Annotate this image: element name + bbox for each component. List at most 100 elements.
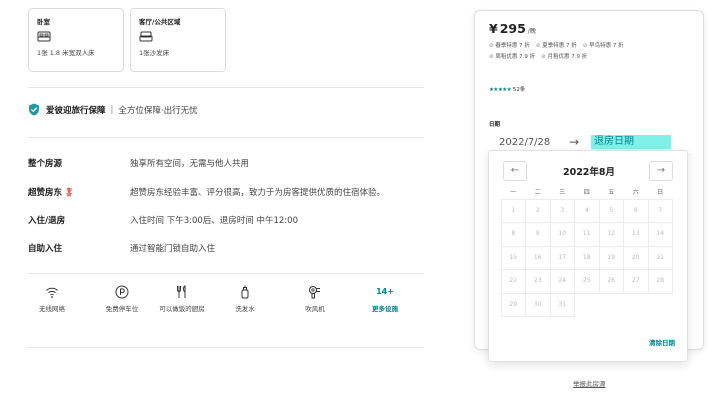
calendar-day: 13 — [623, 222, 649, 247]
parking-icon — [115, 285, 129, 299]
calendar-day: 15 — [500, 245, 526, 270]
feature-label: 整个房源 — [28, 159, 63, 169]
room-card-bedroom: 卧室 1张 1.8 米宽双人床 — [28, 8, 124, 72]
feature-self-checkin: 自助入住 通过智能门锁自助入住 — [28, 242, 448, 254]
checkout-field[interactable]: 退房日期 — [591, 135, 671, 149]
feature-text: 独享所有空间，无需与他人共用 — [130, 159, 250, 169]
calendar-popup: ← 2022年8月 → 一 二 三 四 五 六 日 1 2 3 4 5 6 7 … — [488, 150, 688, 362]
calendar-day: 10 — [549, 222, 575, 247]
calendar-day: 26 — [598, 269, 624, 294]
room-desc: 1张沙发床 — [139, 49, 170, 57]
amenity-label: 洗发水 — [235, 305, 255, 313]
shampoo-icon — [241, 285, 249, 299]
calendar-day: 2 — [525, 198, 551, 223]
room-card-living: 客厅/公共区域 1张沙发床 — [130, 8, 226, 72]
weekday-label: 六 — [632, 189, 639, 196]
feature-text: 通过智能门锁自助入住 — [130, 244, 216, 254]
divider — [28, 87, 424, 88]
amenity-kitchen: 可以做饭的厨房 — [154, 285, 210, 314]
feature-label-wrap: 超赞房东 🎖 — [28, 186, 130, 198]
discount-badge: 夏季特惠 7 折 — [536, 43, 577, 49]
calendar-day: 8 — [500, 222, 526, 247]
feature-entire-place: 整个房源 独享所有空间，无需与他人共用 — [28, 157, 448, 169]
amenity-wifi: 无线网络 — [28, 285, 76, 314]
feature-text: 入住时间 下午3:00后、退房时间 中午12:00 — [130, 216, 298, 226]
feature-superhost: 超赞房东 🎖 超赞房东经验丰富、评分很高，致力于为房客提供优质的住宿体验。 — [28, 186, 448, 198]
calendar-day: 21 — [647, 245, 673, 270]
amenity-label: 可以做饭的厨房 — [159, 305, 205, 313]
calendar-day: 6 — [623, 198, 649, 223]
checkin-field[interactable]: 2022/7/28 — [489, 137, 569, 148]
amenity-label: 吹风机 — [305, 305, 325, 313]
feature-label: 自助入住 — [28, 244, 63, 254]
arrow-right-icon: → — [569, 135, 580, 149]
clear-dates-button[interactable]: 清除日期 — [649, 337, 675, 347]
calendar-day: 12 — [598, 222, 624, 247]
calendar-day: 25 — [574, 269, 600, 294]
amenity-label: 免费停车位 — [105, 305, 139, 313]
wifi-icon — [46, 287, 58, 298]
divider — [28, 273, 424, 274]
calendar-day: 30 — [525, 292, 551, 317]
calendar-day: 18 — [574, 245, 600, 270]
calendar-day: 3 — [549, 198, 575, 223]
price-currency: ¥ — [489, 21, 498, 36]
medal-icon: 🎖 — [64, 188, 75, 197]
price-value: 295 — [499, 21, 526, 36]
amenity-label: 无线网络 — [39, 305, 65, 313]
shield-check-icon — [29, 103, 39, 116]
calendar-day: 14 — [647, 222, 673, 247]
calendar-day: 24 — [549, 269, 575, 294]
price-unit: /晚 — [527, 28, 536, 35]
bed-icon — [37, 31, 51, 42]
weekday-label: 日 — [657, 189, 664, 196]
calendar-grid: 一 二 三 四 五 六 日 1 2 3 4 5 6 7 8 9 10 11 12… — [500, 187, 673, 317]
feature-text: 超赞房东经验丰富、评分很高，致力于为房客提供优质的住宿体验。 — [130, 188, 386, 198]
discount-list: 春季特惠 7 折夏季特惠 7 折早鸟特惠 7 折 周租优惠 7.9 折月租优惠 … — [489, 41, 694, 63]
weekday-label: 二 — [534, 189, 541, 196]
more-amenities-label: 更多设施 — [372, 305, 398, 313]
feature-label: 超赞房东 — [28, 188, 63, 198]
weekday-label: 五 — [608, 189, 615, 196]
room-title: 客厅/公共区域 — [139, 18, 181, 26]
rating[interactable]: ★★★★★ 52条 — [489, 85, 525, 93]
calendar-day: 27 — [623, 269, 649, 294]
calendar-day: 23 — [525, 269, 551, 294]
sofa-bed-icon — [139, 31, 153, 42]
date-label: 日期 — [489, 122, 501, 128]
calendar-day: 11 — [574, 222, 600, 247]
discount-badge: 周租优惠 7.9 折 — [489, 54, 535, 60]
amenity-parking: 免费停车位 — [94, 285, 150, 314]
more-amenities-button[interactable]: 14+ 更多设施 — [360, 285, 410, 314]
guarantee-subtitle: 全方位保障·出行无忧 — [118, 105, 198, 116]
calendar-day: 5 — [598, 198, 624, 223]
room-title: 卧室 — [37, 18, 50, 26]
guarantee-brand: 爱彼迎旅行保障 — [46, 105, 106, 116]
next-month-button[interactable]: → — [649, 161, 673, 181]
more-amenities-count: 14+ — [376, 287, 394, 296]
calendar-day: 22 — [500, 269, 526, 294]
calendar-day: 17 — [549, 245, 575, 270]
room-desc: 1张 1.8 米宽双人床 — [37, 49, 95, 57]
report-listing-link[interactable]: 举报此房源 — [573, 378, 606, 388]
discount-badge: 月租优惠 7.9 折 — [541, 54, 587, 60]
calendar-day: 7 — [647, 198, 673, 223]
calendar-day: 29 — [500, 292, 526, 317]
weekday-label: 三 — [559, 189, 566, 196]
amenity-hair-dryer: 吹风机 — [290, 285, 340, 314]
hair-dryer-icon — [309, 286, 320, 299]
calendar-day: 9 — [525, 222, 551, 247]
weekday-label: 一 — [510, 189, 517, 196]
calendar-day: 31 — [549, 292, 575, 317]
divider — [28, 137, 424, 138]
amenity-shampoo: 洗发水 — [220, 285, 270, 314]
separator: | — [110, 104, 114, 115]
calendar-day: 16 — [525, 245, 551, 270]
weekday-label: 四 — [583, 189, 590, 196]
calendar-day: 28 — [647, 269, 673, 294]
calendar-day: 4 — [574, 198, 600, 223]
review-count: 52条 — [512, 87, 526, 93]
discount-badge: 春季特惠 7 折 — [489, 43, 530, 49]
feature-checkin: 入住/退房 入住时间 下午3:00后、退房时间 中午12:00 — [28, 214, 448, 226]
travel-guarantee[interactable]: 爱彼迎旅行保障 | 全方位保障·出行无忧 — [28, 103, 198, 116]
